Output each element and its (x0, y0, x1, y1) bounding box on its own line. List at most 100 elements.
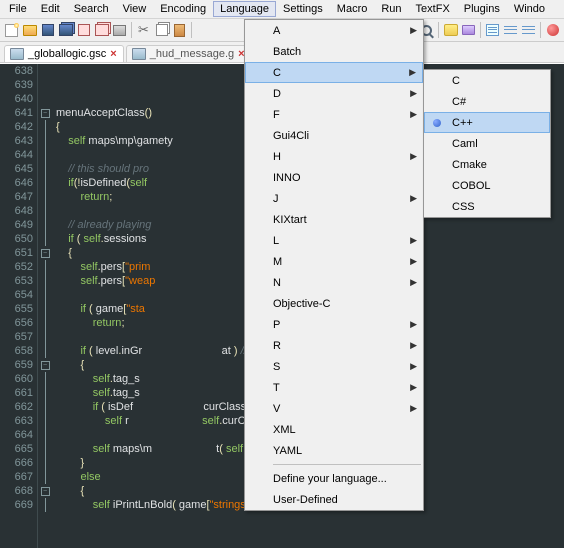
copy-button[interactable] (153, 22, 170, 39)
lang-menu-item[interactable]: D▶ (245, 83, 423, 104)
lang-menu-item[interactable]: R▶ (245, 335, 423, 356)
menu-item-label: D (273, 88, 281, 100)
lang-menu-item[interactable]: A▶ (245, 20, 423, 41)
submenu-arrow-icon: ▶ (410, 277, 417, 288)
file-tab[interactable]: _globallogic.gsc × (4, 45, 124, 62)
yellow-button-1[interactable] (442, 22, 459, 39)
list-button[interactable] (484, 22, 501, 39)
language-c-submenu[interactable]: C C# C++ Caml Cmake COBOL CSS (423, 69, 551, 218)
menu-item-label: COBOL (452, 180, 491, 192)
menu-search[interactable]: Search (67, 1, 116, 17)
menu-item-label: INNO (273, 172, 301, 184)
lang-menu-item[interactable]: Batch (245, 41, 423, 62)
submenu-arrow-icon: ▶ (410, 319, 417, 330)
save-all-button[interactable] (57, 22, 74, 39)
menu-item-label: V (273, 403, 280, 415)
lang-submenu-item[interactable]: C (424, 70, 550, 91)
close-button[interactable] (75, 22, 92, 39)
menu-item-label: H (273, 151, 281, 163)
lang-menu-item[interactable]: S▶ (245, 356, 423, 377)
paste-button[interactable] (171, 22, 188, 39)
lang-submenu-item[interactable]: Cmake (424, 154, 550, 175)
lang-menu-item[interactable]: N▶ (245, 272, 423, 293)
lang-menu-item[interactable]: L▶ (245, 230, 423, 251)
submenu-arrow-icon: ▶ (410, 403, 417, 414)
new-file-button[interactable] (3, 22, 20, 39)
submenu-arrow-icon: ▶ (410, 109, 417, 120)
menu-textfx[interactable]: TextFX (409, 1, 457, 17)
lang-menu-item[interactable]: User-Defined (245, 489, 423, 510)
menu-edit[interactable]: Edit (34, 1, 67, 17)
lang-menu-item[interactable]: T▶ (245, 377, 423, 398)
menu-item-label: CSS (452, 201, 475, 213)
lang-menu-item[interactable]: J▶ (245, 188, 423, 209)
lang-submenu-item[interactable]: COBOL (424, 175, 550, 196)
lang-submenu-item[interactable]: Caml (424, 133, 550, 154)
lang-menu-item[interactable]: M▶ (245, 251, 423, 272)
lang-menu-item[interactable]: Gui4Cli (245, 125, 423, 146)
menu-item-label: User-Defined (273, 494, 338, 506)
lang-menu-item[interactable]: V▶ (245, 398, 423, 419)
menu-item-label: C++ (452, 117, 473, 129)
open-file-button[interactable] (21, 22, 38, 39)
file-tab[interactable]: _hud_message.g× (126, 45, 252, 62)
print-button[interactable] (111, 22, 128, 39)
lang-submenu-item[interactable]: CSS (424, 196, 550, 217)
menu-item-label: R (273, 340, 281, 352)
menu-item-label: S (273, 361, 280, 373)
menu-view[interactable]: View (116, 1, 154, 17)
menu-item-label: C (452, 75, 460, 87)
lang-menu-item[interactable]: KIXtart (245, 209, 423, 230)
menu-windo[interactable]: Windo (507, 1, 552, 17)
menu-settings[interactable]: Settings (276, 1, 330, 17)
menu-bar: FileEditSearchViewEncodingLanguageSettin… (0, 0, 564, 19)
lang-menu-item[interactable]: P▶ (245, 314, 423, 335)
menu-file[interactable]: File (2, 1, 34, 17)
lang-menu-item[interactable]: Objective-C (245, 293, 423, 314)
eye-button[interactable] (460, 22, 477, 39)
fold-gutter[interactable]: −−−− (38, 64, 52, 548)
submenu-arrow-icon: ▶ (410, 25, 417, 36)
cut-button[interactable]: ✂ (135, 22, 152, 39)
menu-item-label: Cmake (452, 159, 487, 171)
lang-submenu-item[interactable]: C++ (424, 112, 550, 133)
close-all-button[interactable] (93, 22, 110, 39)
tab-close-icon[interactable]: × (110, 48, 116, 60)
file-icon (10, 48, 24, 60)
menu-item-label: N (273, 277, 281, 289)
lang-menu-item[interactable]: XML (245, 419, 423, 440)
lang-submenu-item[interactable]: C# (424, 91, 550, 112)
menu-item-label: F (273, 109, 280, 121)
menu-item-label: C# (452, 96, 466, 108)
record-button[interactable] (544, 22, 561, 39)
submenu-arrow-icon: ▶ (410, 88, 417, 99)
menu-language[interactable]: Language (213, 1, 276, 17)
lang-menu-item[interactable]: Define your language... (245, 468, 423, 489)
lang-menu-item[interactable]: INNO (245, 167, 423, 188)
menu-item-label: Objective-C (273, 298, 330, 310)
submenu-arrow-icon: ▶ (410, 256, 417, 267)
menu-plugins[interactable]: Plugins (457, 1, 507, 17)
save-button[interactable] (39, 22, 56, 39)
menu-macro[interactable]: Macro (330, 1, 375, 17)
lang-menu-item[interactable]: F▶ (245, 104, 423, 125)
indent-button-1[interactable] (502, 22, 519, 39)
menu-encoding[interactable]: Encoding (153, 1, 213, 17)
menu-item-label: A (273, 25, 280, 37)
lang-menu-item[interactable]: H▶ (245, 146, 423, 167)
submenu-arrow-icon: ▶ (410, 340, 417, 351)
menu-run[interactable]: Run (374, 1, 408, 17)
tab-label: _globallogic.gsc (28, 48, 106, 60)
language-menu[interactable]: A▶BatchC▶D▶F▶Gui4CliH▶INNOJ▶KIXtartL▶M▶N… (244, 19, 424, 511)
tab-label: _hud_message.g (150, 48, 234, 60)
submenu-arrow-icon: ▶ (409, 67, 416, 78)
lang-menu-item[interactable]: C▶ (245, 62, 423, 83)
lang-menu-item[interactable]: YAML (245, 440, 423, 461)
menu-item-label: L (273, 235, 279, 247)
selected-bullet-icon (433, 119, 441, 127)
menu-item-label: T (273, 382, 280, 394)
menu-item-label: J (273, 193, 279, 205)
indent-button-2[interactable] (520, 22, 537, 39)
submenu-arrow-icon: ▶ (410, 382, 417, 393)
file-icon (132, 48, 146, 60)
